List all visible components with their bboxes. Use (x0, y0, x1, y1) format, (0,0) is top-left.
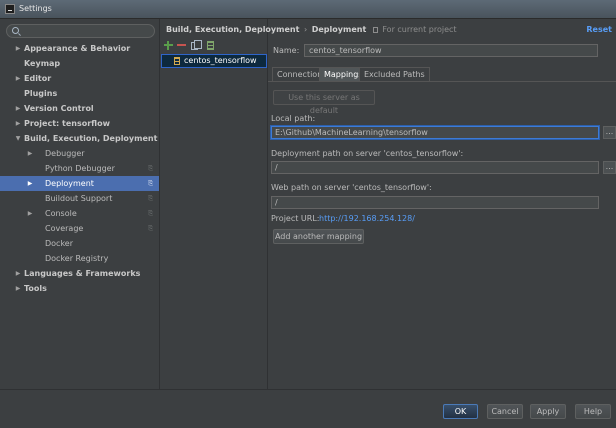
deployment-path-field[interactable]: / (271, 161, 599, 174)
apply-button[interactable]: Apply (530, 404, 566, 419)
project-url-link[interactable]: http://192.168.254.128/ (319, 214, 415, 223)
reset-link[interactable]: Reset (586, 25, 612, 34)
server-list-item[interactable]: centos_tensorflow (161, 54, 267, 68)
server-name: centos_tensorflow (184, 56, 257, 65)
title-bar: Settings (0, 0, 616, 19)
breadcrumb-parent: Build, Execution, Deployment (166, 25, 300, 34)
project-url-label: Project URL: (271, 214, 320, 223)
web-path-field[interactable]: / (271, 196, 599, 209)
dialog-footer: OK Cancel Apply Help (0, 389, 616, 428)
breadcrumb-note: For current project (382, 25, 457, 34)
tab-excluded-paths[interactable]: Excluded Paths (359, 67, 430, 81)
remove-icon[interactable] (177, 41, 186, 50)
cancel-button[interactable]: Cancel (487, 404, 523, 419)
name-field[interactable]: centos_tensorflow (304, 44, 598, 57)
help-button[interactable]: Help (575, 404, 611, 419)
add-mapping-button[interactable]: Add another mapping (273, 229, 364, 244)
deployment-path-label: Deployment path on server 'centos_tensor… (271, 149, 464, 158)
app-icon (5, 4, 15, 14)
breadcrumb: Build, Execution, Deployment › Deploymen… (166, 25, 457, 34)
breadcrumb-separator: › (303, 25, 308, 34)
server-icon (174, 57, 180, 65)
window-title: Settings (19, 4, 52, 13)
default-server-icon[interactable] (207, 41, 214, 50)
project-scope-icon (372, 27, 378, 33)
breadcrumb-current: Deployment (311, 25, 367, 34)
add-icon[interactable] (164, 41, 173, 50)
local-path-label: Local path: (271, 114, 316, 123)
local-path-field[interactable]: E:\Github\MachineLearning\tensorflow (271, 126, 599, 139)
web-path-label: Web path on server 'centos_tensorflow': (271, 183, 432, 192)
name-label: Name: (273, 46, 300, 55)
local-path-browse-button[interactable]: ... (603, 126, 616, 139)
ok-button[interactable]: OK (443, 404, 478, 419)
copy-icon[interactable] (191, 40, 202, 50)
deployment-path-browse-button[interactable]: ... (603, 161, 616, 174)
use-as-default-button[interactable]: Use this server as default (273, 90, 375, 115)
